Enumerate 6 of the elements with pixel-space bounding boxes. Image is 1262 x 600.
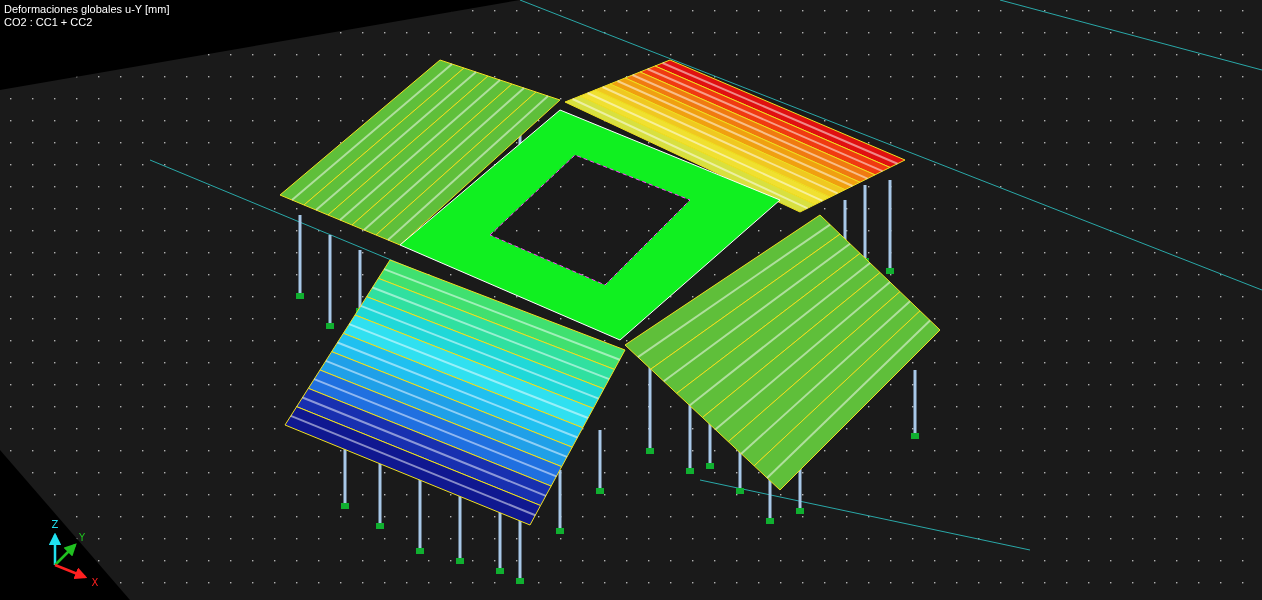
- axis-label: X: [91, 577, 99, 588]
- axis-label: Y: [78, 532, 86, 543]
- axis-label: Z: [51, 519, 59, 530]
- load-combination-label: CO2 : CC1 + CC2: [4, 16, 93, 29]
- result-title: Deformaciones globales u-Y [mm]: [4, 3, 170, 16]
- structure-model-drawing[interactable]: [279, 59, 941, 584]
